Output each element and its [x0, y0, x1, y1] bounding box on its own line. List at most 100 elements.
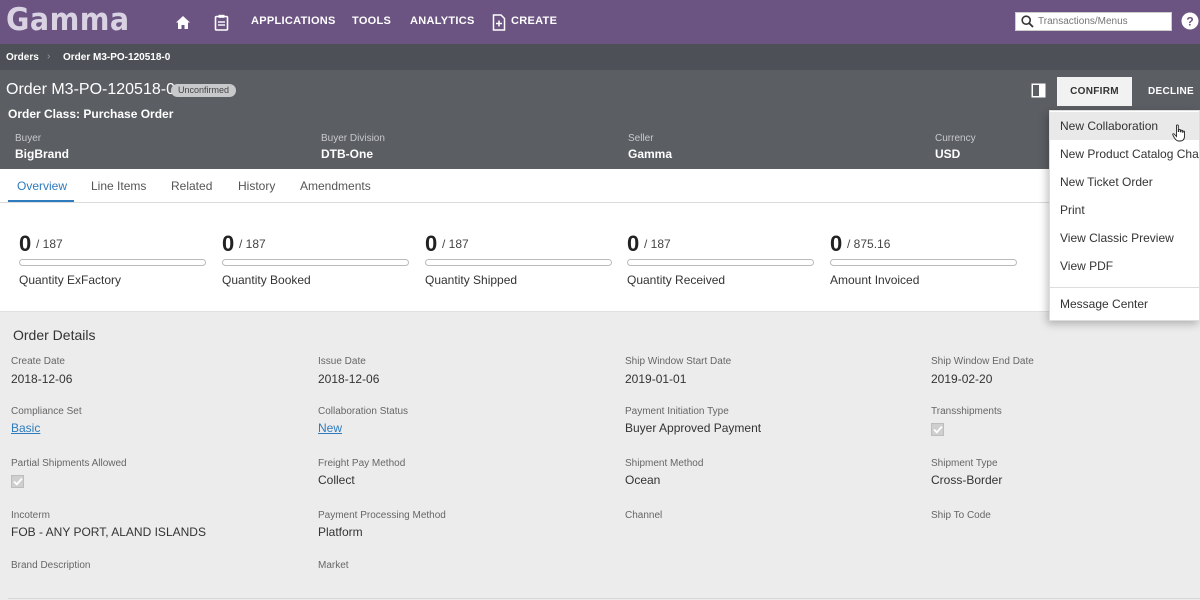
channel-label: Channel: [625, 510, 663, 521]
payment-initiation-label: Payment Initiation Type: [625, 406, 729, 417]
breadcrumb-current: Order M3-PO-120518-0: [63, 52, 171, 63]
stat-label: Quantity Booked: [222, 273, 311, 287]
stat-total: / 187: [644, 237, 671, 251]
progress-bar: [627, 259, 814, 266]
gamma-logo[interactable]: Gamma: [6, 2, 130, 38]
stat-total: / 875.16: [847, 237, 891, 251]
clipboard-icon[interactable]: [212, 13, 230, 31]
progress-bar: [222, 259, 409, 266]
shipment-type-label: Shipment Type: [931, 458, 998, 469]
create-doc-icon[interactable]: [490, 13, 508, 31]
transshipments-label: Transshipments: [931, 406, 1002, 417]
search-box[interactable]: [1015, 12, 1172, 31]
buyer-value: BigBrand: [15, 147, 69, 161]
stat-label: Quantity Received: [627, 273, 726, 287]
breadcrumb: Orders › Order M3-PO-120518-0: [0, 44, 1200, 70]
home-icon[interactable]: [174, 13, 192, 31]
stat-total: / 187: [239, 237, 266, 251]
market-label: Market: [318, 560, 349, 571]
stat-value: 0: [19, 231, 32, 256]
create-date-label: Create Date: [11, 356, 65, 367]
tab-line-items[interactable]: Line Items: [91, 179, 146, 193]
decline-button[interactable]: DECLINE: [1138, 77, 1200, 106]
menu-divider: [1050, 287, 1199, 288]
buyer-division-value: DTB-One: [321, 147, 373, 161]
nav-analytics[interactable]: ANALYTICS: [410, 15, 475, 27]
section-divider: [8, 598, 1200, 599]
stat-total: / 187: [36, 237, 63, 251]
menu-item-view-classic-preview[interactable]: View Classic Preview: [1050, 224, 1199, 252]
stat-label: Amount Invoiced: [830, 273, 920, 287]
tab-overview[interactable]: Overview: [17, 179, 67, 193]
search-icon: [1016, 15, 1038, 28]
payment-initiation-value: Buyer Approved Payment: [625, 421, 762, 435]
create-date-value: 2018-12-06: [11, 372, 73, 386]
tab-amendments[interactable]: Amendments: [300, 179, 371, 193]
tab-related[interactable]: Related: [171, 179, 212, 193]
panel-toggle-icon[interactable]: [1031, 83, 1046, 98]
progress-bar: [19, 259, 206, 266]
section-title: Order Details: [13, 327, 96, 343]
stat-value: 0: [627, 231, 640, 256]
collaboration-status-link[interactable]: New: [318, 421, 342, 435]
payment-processing-value: Platform: [318, 525, 363, 539]
progress-summary: 0 / 187 Quantity ExFactory 0 / 187 Quant…: [0, 203, 1200, 312]
ship-window-start-label: Ship Window Start Date: [625, 356, 732, 367]
compliance-set-label: Compliance Set: [11, 406, 82, 417]
shipment-method-value: Ocean: [625, 473, 661, 487]
seller-label: Seller: [628, 133, 654, 144]
buyer-division-label: Buyer Division: [321, 133, 385, 144]
menu-item-message-center[interactable]: Message Center: [1050, 290, 1199, 318]
nav-applications[interactable]: APPLICATIONS: [251, 15, 336, 27]
ship-window-start-value: 2019-01-01: [625, 372, 687, 386]
stat-label: Quantity Shipped: [425, 273, 518, 287]
buyer-label: Buyer: [15, 133, 42, 144]
menu-item-new-ticket-order[interactable]: New Ticket Order: [1050, 168, 1199, 196]
search-input[interactable]: [1038, 16, 1168, 27]
menu-item-view-pdf[interactable]: View PDF: [1050, 252, 1199, 280]
breadcrumb-orders[interactable]: Orders: [6, 52, 39, 63]
collaboration-status-label: Collaboration Status: [318, 406, 409, 417]
stat-value: 0: [830, 231, 843, 256]
progress-bar: [425, 259, 612, 266]
payment-processing-label: Payment Processing Method: [318, 510, 446, 521]
stat-total: / 187: [442, 237, 469, 251]
compliance-set-link[interactable]: Basic: [11, 421, 40, 435]
tab-bar: Overview Line Items Related History Amen…: [0, 169, 1200, 203]
order-class: Order Class: Purchase Order: [8, 107, 174, 121]
freight-pay-label: Freight Pay Method: [318, 458, 406, 469]
partial-shipments-checkbox: [11, 475, 24, 488]
nav-tools[interactable]: TOOLS: [352, 15, 391, 27]
brand-description-label: Brand Description: [11, 560, 91, 571]
menu-item-new-product-catalog-change[interactable]: New Product Catalog Chan: [1050, 140, 1199, 168]
freight-pay-value: Collect: [318, 473, 355, 487]
incoterm-value: FOB - ANY PORT, ALAND ISLANDS: [11, 525, 206, 539]
transshipments-checkbox: [931, 423, 944, 436]
help-circle-icon[interactable]: ?: [1181, 12, 1199, 30]
currency-label: Currency: [935, 133, 976, 144]
stat-value: 0: [222, 231, 235, 256]
confirm-button[interactable]: CONFIRM: [1057, 77, 1132, 106]
currency-value: USD: [935, 147, 961, 161]
checkmark-icon: [932, 425, 943, 434]
nav-create[interactable]: CREATE: [511, 15, 557, 27]
ship-to-code-label: Ship To Code: [931, 510, 991, 521]
shipment-method-label: Shipment Method: [625, 458, 704, 469]
active-tab-indicator: [8, 200, 74, 202]
stat-value: 0: [425, 231, 438, 256]
shipment-type-value: Cross-Border: [931, 473, 1003, 487]
status-badge: Unconfirmed: [171, 84, 237, 97]
svg-text:?: ?: [1186, 15, 1193, 29]
progress-bar: [830, 259, 1017, 266]
ship-window-end-value: 2019-02-20: [931, 372, 993, 386]
page-title: Order M3-PO-120518-0: [6, 81, 175, 98]
tab-history[interactable]: History: [238, 179, 275, 193]
hand-cursor-icon: [1172, 124, 1186, 142]
seller-value: Gamma: [628, 147, 673, 161]
incoterm-label: Incoterm: [11, 510, 50, 521]
order-details-section: Order Details Create Date 2018-12-06 Iss…: [0, 312, 1200, 600]
breadcrumb-separator: ›: [47, 51, 51, 62]
checkmark-icon: [12, 477, 23, 486]
menu-item-print[interactable]: Print: [1050, 196, 1199, 224]
issue-date-label: Issue Date: [318, 356, 366, 367]
